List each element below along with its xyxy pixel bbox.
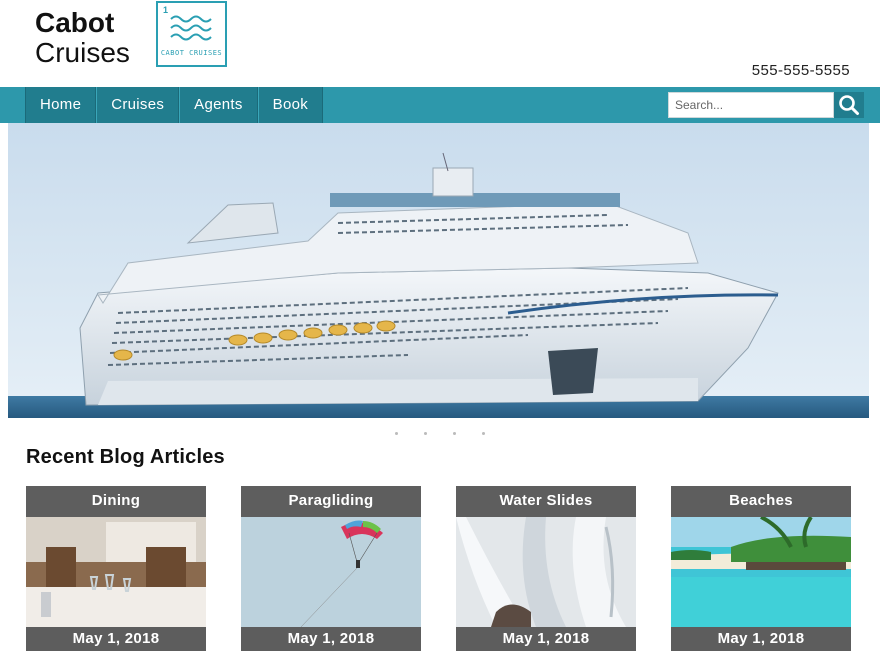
blog-card-beaches[interactable]: Beaches May 1, 2018 <box>671 486 851 651</box>
search-icon <box>839 95 859 115</box>
section-title: Recent Blog Articles <box>26 446 225 468</box>
blog-card-paragliding[interactable]: Paragliding May 1, 2018 <box>241 486 421 651</box>
blog-card-title: Beaches <box>671 486 851 517</box>
beaches-photo <box>671 517 851 627</box>
phone-number[interactable]: 555-555-5555 <box>752 62 850 79</box>
carousel-dot[interactable] <box>453 432 456 435</box>
nav-menu: Home Cruises Agents Book <box>25 87 324 123</box>
blog-card-dining[interactable]: Dining May 1, 2018 <box>26 486 206 651</box>
dining-photo <box>26 517 206 627</box>
main-navbar: Home Cruises Agents Book <box>0 87 880 123</box>
blog-card-date: May 1, 2018 <box>456 627 636 651</box>
brand-logo[interactable]: 1 CABOT CRUISES <box>156 1 227 67</box>
blog-card-title: Dining <box>26 486 206 517</box>
blog-card-title: Paragliding <box>241 486 421 517</box>
blog-card-date: May 1, 2018 <box>26 627 206 651</box>
nav-item-home[interactable]: Home <box>25 87 97 123</box>
brand-name-line1: Cabot <box>35 7 115 38</box>
blog-card-water-slides[interactable]: Water Slides May 1, 2018 <box>456 486 636 651</box>
brand-name-line2: Cruises <box>35 37 130 68</box>
blog-card-date: May 1, 2018 <box>241 627 421 651</box>
brand-name[interactable]: Cabot Cruises <box>35 8 130 68</box>
carousel-dot[interactable] <box>482 432 485 435</box>
waves-icon <box>170 15 212 41</box>
nav-item-cruises[interactable]: Cruises <box>96 87 180 123</box>
logo-text: CABOT CRUISES <box>160 49 223 57</box>
water-slides-photo <box>456 517 636 627</box>
blog-card-title: Water Slides <box>456 486 636 517</box>
nav-item-agents[interactable]: Agents <box>179 87 258 123</box>
search-input[interactable] <box>668 92 834 118</box>
hero-image <box>8 123 869 418</box>
carousel-dot[interactable] <box>395 432 398 435</box>
blog-card-date: May 1, 2018 <box>671 627 851 651</box>
logo-badge: 1 <box>163 5 169 15</box>
carousel-dot[interactable] <box>424 432 427 435</box>
nav-item-book[interactable]: Book <box>257 87 324 123</box>
carousel-dots[interactable] <box>395 432 485 435</box>
search-button[interactable] <box>834 92 864 118</box>
paragliding-photo <box>241 517 421 627</box>
